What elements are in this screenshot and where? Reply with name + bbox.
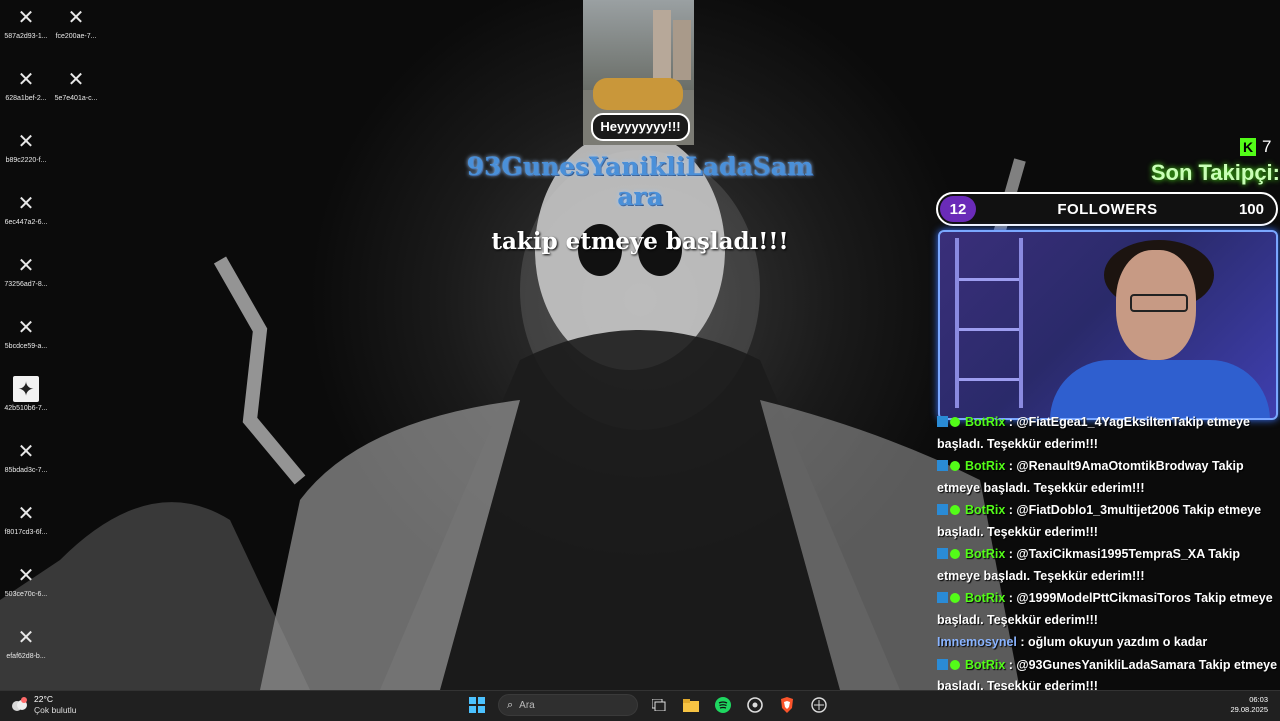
verified-badge-icon [950, 505, 960, 515]
desktop-icon[interactable]: ✕ f8017cd3-6f... [0, 500, 52, 536]
kick-count: 7 [1262, 137, 1272, 156]
file-icon: ✦ [13, 376, 39, 402]
desktop-icon-label: 5bcdce59-a... [4, 343, 48, 350]
chat-message: BotRix : @Renault9AmaOtomtikBrodway Taki… [937, 456, 1280, 499]
chat-message: BotRix : @FiatEgea1_4YagEksiltenTakip et… [937, 412, 1280, 455]
file-icon: ✕ [67, 67, 85, 91]
desktop-icon[interactable]: ✕ 6ec447a2-6... [0, 190, 52, 226]
file-icon: ✕ [17, 439, 35, 463]
file-icon: ✕ [17, 315, 35, 339]
bot-badge-icon [937, 548, 948, 559]
kick-follower-count: K 7 [1240, 137, 1271, 157]
chat-username[interactable]: Imnemosynel [937, 635, 1017, 649]
chat-message: Imnemosynel : oğlum okuyun yazdım o kada… [937, 632, 1280, 654]
chat-username[interactable]: BotRix [965, 658, 1005, 672]
verified-badge-icon [950, 593, 960, 603]
weather-condition: Çok bulutlu [34, 705, 77, 715]
desktop-icon-label: 73256ad7-8... [4, 281, 48, 288]
desktop-icon-label: fce200ae-7... [55, 33, 97, 40]
chat-username[interactable]: BotRix [965, 591, 1005, 605]
desktop-icon-label: f8017cd3-6f... [4, 529, 48, 536]
desktop-icon-label: 85bdad3c-7... [4, 467, 48, 474]
windows-start-icon[interactable] [466, 694, 488, 716]
verified-badge-icon [950, 417, 960, 427]
desktop-icon[interactable]: ✕ fce200ae-7... [50, 4, 102, 40]
chat-username[interactable]: BotRix [965, 459, 1005, 473]
search-placeholder: Ara [519, 699, 535, 711]
alert-follower-name: 93GunesYanikliLadaSam ara [466, 152, 814, 211]
kick-logo-icon: K [1240, 138, 1256, 156]
spotify-icon[interactable] [712, 694, 734, 716]
verified-badge-icon [950, 659, 960, 670]
chat-message: BotRix : @TaxiCikmasi1995TempraS_XA Taki… [937, 544, 1280, 587]
bot-badge-icon [937, 658, 948, 670]
brave-icon[interactable] [776, 694, 798, 716]
chat-message: BotRix : @93GunesYanikliLadaSamara Takip… [937, 655, 1280, 695]
file-icon: ✕ [17, 5, 35, 29]
file-icon: ✕ [17, 67, 35, 91]
chat-username[interactable]: BotRix [965, 503, 1005, 517]
task-view-icon[interactable] [648, 694, 670, 716]
system-clock[interactable]: 06:03 29.08.2025 [1228, 695, 1268, 715]
bot-badge-icon [937, 460, 948, 471]
search-icon: ⌕ [507, 698, 514, 711]
goal-label: FOLLOWERS [1057, 200, 1158, 218]
goal-current: 12 [940, 196, 976, 222]
desktop-icon[interactable]: ✕ 73256ad7-8... [0, 252, 52, 288]
file-icon: ✕ [17, 563, 35, 587]
taskbar-search[interactable]: ⌕ Ara [498, 694, 638, 716]
desktop-icon-label: b89c2220-f... [5, 157, 47, 164]
desktop-icon-label: 42b510b6-7... [4, 405, 48, 412]
chat-username[interactable]: BotRix [965, 415, 1005, 429]
file-icon: ✕ [17, 129, 35, 153]
alert-message: takip etmeye başladı!!! [491, 228, 789, 255]
alert-gif: Heyyyyyyy!!! [583, 0, 694, 145]
taskbar: 22°C Çok bulutlu ⌕ Ara 06:03 29.08.2025 [0, 690, 1280, 721]
chat-username[interactable]: BotRix [965, 547, 1005, 561]
desktop-icon[interactable]: ✕ 503ce70c-6... [0, 562, 52, 598]
desktop-icon[interactable]: ✕ 587a2d93-1... [0, 4, 52, 40]
chat-text: : oğlum okuyun yazdım o kadar [1016, 635, 1208, 649]
bot-badge-icon [937, 416, 948, 427]
desktop-icon-label: 628a1bef-2... [5, 95, 47, 102]
whatsapp-icon[interactable] [744, 694, 766, 716]
file-icon: ✕ [17, 191, 35, 215]
file-icon: ✕ [17, 625, 35, 649]
desktop-icon-label: 503ce70c-6... [4, 591, 48, 598]
file-explorer-icon[interactable] [680, 694, 702, 716]
desktop-icon[interactable]: ✕ 85bdad3c-7... [0, 438, 52, 474]
file-icon: ✕ [17, 253, 35, 277]
chat-message: BotRix : @1999ModelPttCikmasiToros Takip… [937, 588, 1280, 631]
desktop-icon[interactable]: ✕ efaf62d8-b... [0, 624, 52, 660]
desktop-icon[interactable]: ✕ 5bcdce59-a... [0, 314, 52, 350]
verified-badge-icon [950, 461, 960, 471]
follower-goal-bar: 12 FOLLOWERS 100 [936, 192, 1278, 226]
desktop-icon[interactable]: ✦ 42b510b6-7... [0, 376, 52, 412]
desktop-icon-label: 6ec447a2-6... [4, 219, 48, 226]
latest-follower-label: Son Takipçi: [1150, 160, 1280, 185]
file-icon: ✕ [17, 501, 35, 525]
verified-badge-icon [950, 549, 960, 559]
bot-badge-icon [937, 592, 948, 603]
desktop-icon-label: 587a2d93-1... [4, 33, 48, 40]
webcam-feed [938, 230, 1278, 420]
app-icon[interactable] [808, 694, 830, 716]
desktop-icon[interactable]: ✕ b89c2220-f... [0, 128, 52, 164]
chat-message: BotRix : @FiatDoblo1_3multijet2006 Takip… [937, 500, 1280, 543]
gif-caption: Heyyyyyyy!!! [591, 113, 690, 141]
weather-temp: 22°C [34, 694, 53, 704]
clock-date: 29.08.2025 [1230, 705, 1268, 714]
bot-badge-icon [937, 504, 948, 515]
chat-overlay: BotRix : @FiatEgea1_4YagEksiltenTakip et… [937, 412, 1280, 694]
desktop-icon[interactable]: ✕ 628a1bef-2... [0, 66, 52, 102]
file-icon: ✕ [67, 5, 85, 29]
desktop-icon-label: 5e7e401a-c... [54, 95, 98, 102]
desktop-icon-label: efaf62d8-b... [6, 653, 46, 660]
cloud-icon [10, 697, 28, 713]
clock-time: 06:03 [1249, 695, 1268, 704]
desktop-icon[interactable]: ✕ 5e7e401a-c... [50, 66, 102, 102]
weather-widget[interactable]: 22°C Çok bulutlu [10, 694, 77, 716]
goal-target: 100 [1238, 200, 1264, 218]
